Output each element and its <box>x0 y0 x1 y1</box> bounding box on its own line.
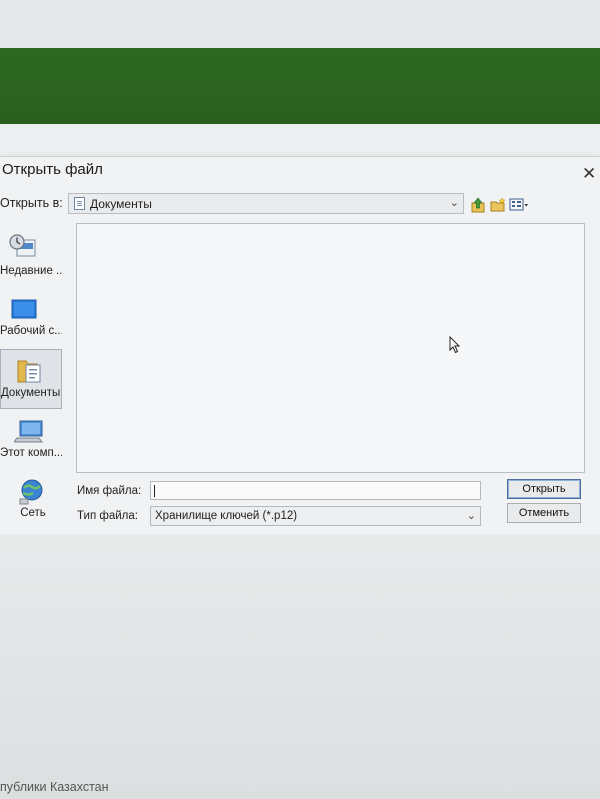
place-label-documents: Документы <box>1 387 61 399</box>
site-header-banner <box>0 48 600 124</box>
chevron-down-icon: ⌄ <box>466 510 476 522</box>
file-type-dropdown[interactable]: Хранилище ключей (*.p12) ⌄ <box>150 506 481 526</box>
close-icon[interactable]: ✕ <box>582 165 596 182</box>
look-in-value: Документы <box>90 197 152 211</box>
this-pc-icon <box>14 420 43 443</box>
document-folder-icon <box>74 197 85 210</box>
recent-places-icon <box>9 234 36 257</box>
look-in-label: Открыть в: <box>0 196 63 210</box>
place-label-desktop: Рабочий с... <box>0 325 62 337</box>
file-name-label: Имя файла: <box>77 485 142 497</box>
desktop-icon <box>11 299 37 319</box>
open-file-dialog: Открыть файл ✕ Открыть в: Документы ⌄ Не… <box>0 156 600 535</box>
place-recent[interactable]: Недавние ... <box>0 229 62 279</box>
place-network[interactable]: Сеть <box>0 479 62 525</box>
place-desktop[interactable]: Рабочий с... <box>0 295 62 343</box>
file-name-input[interactable] <box>150 481 481 500</box>
network-icon <box>19 479 43 505</box>
chevron-down-icon: ⌄ <box>449 197 459 209</box>
look-in-dropdown[interactable]: Документы ⌄ <box>68 193 464 214</box>
up-folder-icon[interactable] <box>471 197 485 213</box>
text-caret <box>154 485 155 497</box>
file-type-label: Тип файла: <box>77 510 138 522</box>
file-list-view[interactable] <box>76 223 585 473</box>
browser-top-bar <box>0 0 600 48</box>
mouse-cursor-icon <box>449 336 461 354</box>
file-type-value: Хранилище ключей (*.p12) <box>155 510 298 522</box>
dialog-title: Открыть файл <box>2 161 103 178</box>
place-this-pc[interactable]: Этот комп... <box>0 419 62 465</box>
documents-icon <box>17 360 41 383</box>
footer-text: публики Казахстан <box>0 780 109 794</box>
page-background <box>0 534 600 799</box>
new-folder-icon[interactable] <box>490 197 506 213</box>
view-menu-icon[interactable] <box>509 197 529 213</box>
place-label-this-pc: Этот комп... <box>0 447 62 459</box>
cancel-button[interactable]: Отменить <box>507 503 581 523</box>
place-label-recent: Недавние ... <box>0 265 62 277</box>
place-documents[interactable]: Документы <box>0 349 62 409</box>
open-button[interactable]: Открыть <box>507 479 581 499</box>
page-band <box>0 124 600 156</box>
place-label-network: Сеть <box>20 507 46 519</box>
